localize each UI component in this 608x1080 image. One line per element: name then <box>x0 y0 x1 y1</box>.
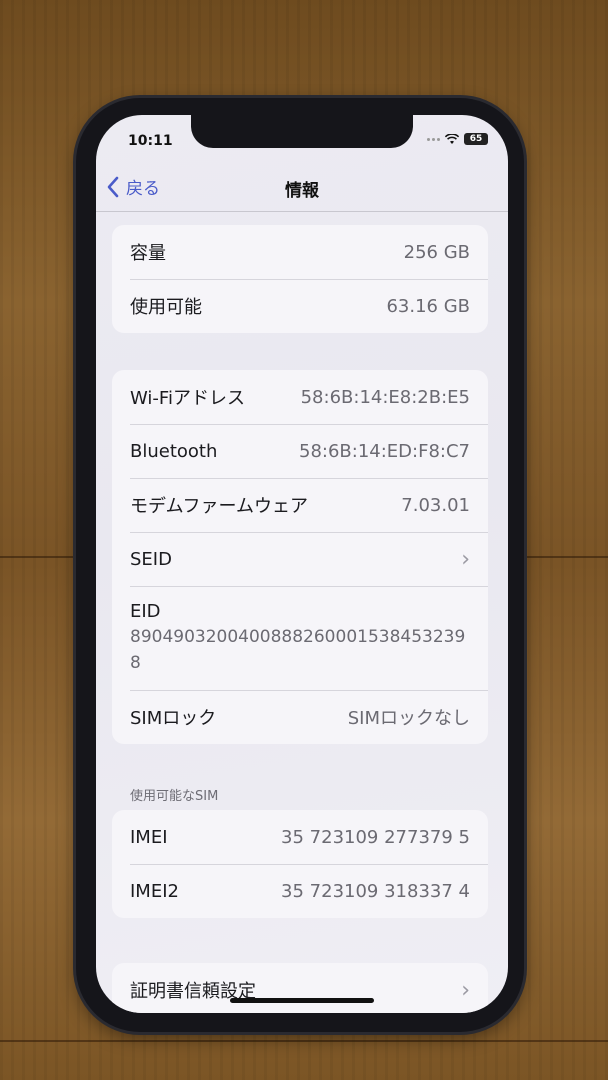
available-label: 使用可能 <box>130 297 202 318</box>
seid-label: SEID <box>130 548 172 570</box>
imei2-label: IMEI2 <box>130 880 179 902</box>
notch <box>191 115 413 148</box>
sim-lock-row: SIMロック SIMロックなし <box>112 690 488 744</box>
sim-lock-value: SIMロックなし <box>347 708 470 729</box>
network-group: Wi-Fiアドレス 58:6B:14:E8:2B:E5 Bluetooth 58… <box>112 370 488 744</box>
imei-label: IMEI <box>130 826 168 848</box>
imei-value: 35 723109 277379 5 <box>281 826 470 848</box>
storage-group: 容量 256 GB 使用可能 63.16 GB <box>112 225 488 333</box>
modem-firmware-value: 7.03.01 <box>401 494 470 516</box>
imei-row: IMEI 35 723109 277379 5 <box>112 810 488 864</box>
certificate-group: 証明書信頼設定 › <box>112 963 488 1013</box>
bluetooth-label: Bluetooth <box>130 440 218 462</box>
capacity-label: 容量 <box>130 243 166 264</box>
sim-group: IMEI 35 723109 277379 5 IMEI2 35 723109 … <box>112 810 488 918</box>
nav-divider <box>96 211 508 212</box>
home-indicator[interactable] <box>230 998 374 1003</box>
page-title: 情報 <box>285 181 319 201</box>
modem-firmware-row: モデムファームウェア 7.03.01 <box>112 478 488 532</box>
available-value: 63.16 GB <box>386 295 470 317</box>
status-time: 10:11 <box>128 133 173 149</box>
eid-row: EID 89049032004008882600015384532398 <box>112 586 488 690</box>
chevron-right-icon: › <box>461 546 470 572</box>
eid-label: EID <box>130 600 161 622</box>
battery-icon: 65 <box>464 133 488 145</box>
modem-firmware-label: モデムファームウェア <box>130 496 309 517</box>
eid-value: 89049032004008882600015384532398 <box>130 626 466 673</box>
capacity-row: 容量 256 GB <box>112 225 488 279</box>
seid-row[interactable]: SEID › <box>112 532 488 586</box>
imei2-value: 35 723109 318337 4 <box>281 880 470 902</box>
available-sim-header: 使用可能なSIM <box>130 789 219 804</box>
wifi-address-value: 58:6B:14:E8:2B:E5 <box>300 386 470 408</box>
bluetooth-row: Bluetooth 58:6B:14:ED:F8:C7 <box>112 424 488 478</box>
available-row: 使用可能 63.16 GB <box>112 279 488 333</box>
imei2-row: IMEI2 35 723109 318337 4 <box>112 864 488 918</box>
wifi-icon <box>445 133 459 144</box>
signal-dots-icon <box>427 137 440 141</box>
capacity-value: 256 GB <box>403 241 470 263</box>
sim-lock-label: SIMロック <box>130 708 217 729</box>
bluetooth-value: 58:6B:14:ED:F8:C7 <box>299 440 470 462</box>
screen: 10:11 65 戻る 情報 容量 256 GB 使用可能 63.16 GB W… <box>96 115 508 1013</box>
navigation-bar: 戻る 情報 <box>96 170 508 206</box>
wifi-address-label: Wi-Fiアドレス <box>130 388 245 409</box>
certificate-trust-row[interactable]: 証明書信頼設定 › <box>112 963 488 1013</box>
wood-seam <box>0 1040 608 1042</box>
status-icons: 65 <box>427 133 488 145</box>
wifi-address-row: Wi-Fiアドレス 58:6B:14:E8:2B:E5 <box>112 370 488 424</box>
